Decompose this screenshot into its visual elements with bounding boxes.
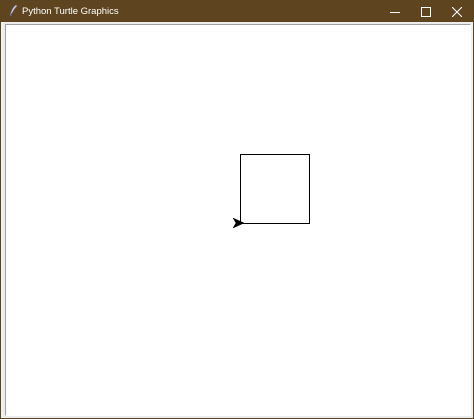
window-title: Python Turtle Graphics — [22, 6, 119, 17]
close-button[interactable] — [441, 1, 473, 22]
title-bar[interactable]: Python Turtle Graphics — [1, 1, 473, 22]
turtle-canvas[interactable] — [5, 24, 471, 416]
minimize-button[interactable] — [379, 1, 411, 22]
drawn-square — [240, 154, 310, 224]
maximize-button[interactable] — [410, 1, 442, 22]
canvas-surface[interactable] — [6, 25, 470, 415]
close-icon — [452, 6, 462, 17]
turtle-drawing — [232, 154, 310, 229]
window-client-area — [3, 22, 471, 418]
maximize-icon — [421, 6, 431, 17]
turtle-cursor-icon — [232, 217, 245, 229]
feather-icon — [7, 4, 19, 18]
turtle-window: Python Turtle Graphics — [0, 0, 474, 419]
minimize-icon — [390, 11, 400, 13]
